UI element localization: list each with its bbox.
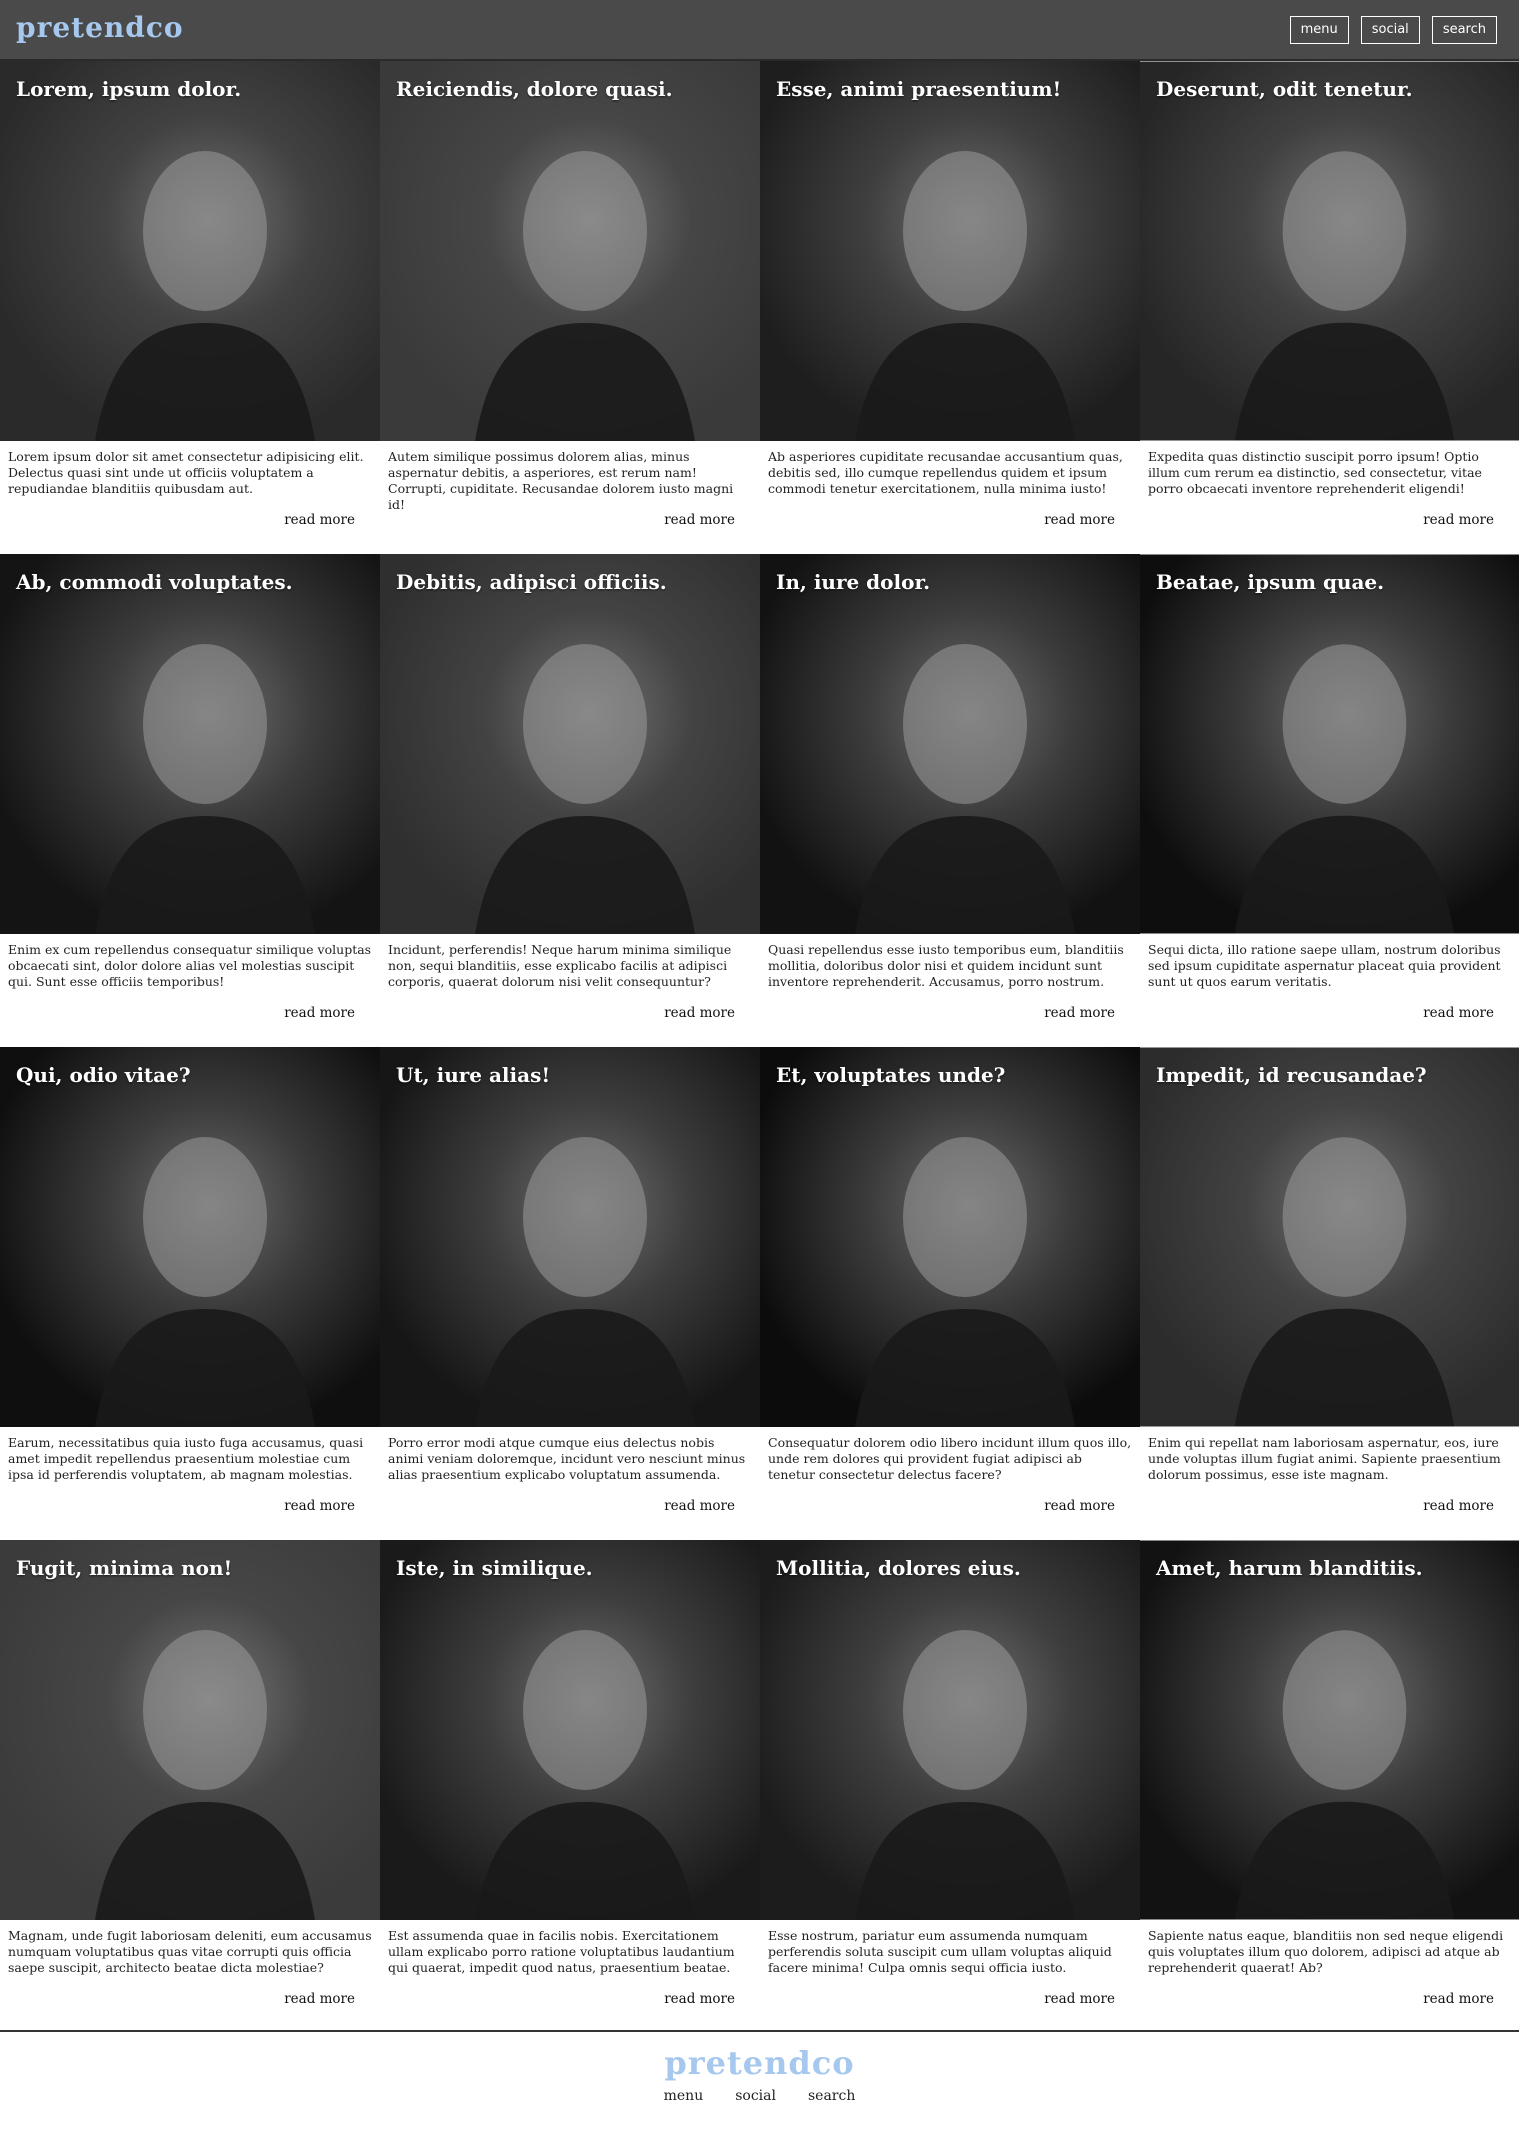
read-more-link[interactable]: read more [284,1498,355,1514]
portrait-card[interactable]: Mollitia, dolores eius. Esse nostrum, par… [760,1540,1140,2034]
read-more-link[interactable]: read more [664,1991,735,2007]
card-description: Incidunt, perferendis! Neque harum minim… [388,942,732,989]
card-title: Mollitia, dolores eius. [776,1556,1021,1580]
portrait-card[interactable]: Ut, iure alias! Porro error modi atque cu… [380,1047,760,1541]
search-button[interactable]: search [1431,16,1497,44]
portrait-photo [760,1540,1140,1920]
footer-link-menu[interactable]: menu [664,2088,704,2104]
card-title: Ut, iure alias! [396,1063,551,1087]
card-title: Debitis, adipisci officiis. [396,570,667,594]
portrait-card[interactable]: Lorem, ipsum dolor. Lorem ipsum dolor sit… [0,61,380,555]
card-description: Lorem ipsum dolor sit amet consectetur a… [8,449,364,496]
card-description: Quasi repellendus esse iusto temporibus … [768,942,1124,989]
card-description: Autem similique possimus dolorem alias, … [388,449,734,512]
card-description: Sequi dicta, illo ratione saepe ullam, n… [1148,942,1501,989]
card-description: Magnam, unde fugit laboriosam deleniti, … [8,1928,372,1975]
card-description: Sapiente natus eaque, blanditiis non sed… [1148,1928,1504,1975]
footer-logo[interactable]: pretendco [0,2044,1519,2082]
portrait-photo [0,1540,380,1920]
portrait-card[interactable]: Deserunt, odit tenetur. Expedita quas dis… [1140,61,1519,555]
portrait-card[interactable]: Amet, harum blanditiis. Sapiente natus ea… [1140,1540,1519,2034]
card-description: Ab asperiores cupiditate recusandae accu… [768,449,1123,496]
site-header: pretendco menu social search [0,0,1519,61]
portrait-photo [1140,1540,1519,1920]
portrait-card[interactable]: Et, voluptates unde? Consequatur dolorem … [760,1047,1140,1541]
portrait-photo [1140,61,1519,441]
card-row: Fugit, minima non! Magnam, unde fugit lab… [0,1540,1519,2034]
card-row: Qui, odio vitae? Earum, necessitatibus qu… [0,1047,1519,1541]
card-title: Esse, animi praesentium! [776,77,1062,101]
read-more-link[interactable]: read more [1423,512,1494,528]
portrait-photo [760,61,1140,441]
footer-nav: menu social search [0,2088,1519,2104]
card-description: Expedita quas distinctio suscipit porro … [1148,449,1482,496]
portrait-card[interactable]: Reiciendis, dolore quasi. Autem similique… [380,61,760,555]
card-description: Enim ex cum repellendus consequatur simi… [8,942,372,989]
read-more-link[interactable]: read more [1423,1498,1494,1514]
portrait-photo [380,1540,760,1920]
read-more-link[interactable]: read more [1044,1498,1115,1514]
portrait-photo [0,554,380,934]
card-description: Enim qui repellat nam laboriosam asperna… [1148,1435,1501,1482]
read-more-link[interactable]: read more [664,1005,735,1021]
portrait-photo [1140,1047,1519,1427]
portrait-card[interactable]: Debitis, adipisci officiis. Incidunt, per… [380,554,760,1048]
portrait-photo [380,554,760,934]
card-description: Earum, necessitatibus quia iusto fuga ac… [8,1435,364,1482]
site-footer: pretendco menu social search [0,2030,1519,2152]
portrait-photo [380,61,760,441]
portrait-card[interactable]: Esse, animi praesentium! Ab asperiores cu… [760,61,1140,555]
card-title: Ab, commodi voluptates. [16,570,293,594]
card-description: Porro error modi atque cumque eius delec… [388,1435,746,1482]
brand-logo[interactable]: pretendco [16,11,184,44]
menu-button[interactable]: menu [1289,16,1349,44]
read-more-link[interactable]: read more [284,512,355,528]
card-title: Qui, odio vitae? [16,1063,191,1087]
card-title: Impedit, id recusandae? [1156,1063,1427,1087]
portrait-card[interactable]: In, iure dolor. Quasi repellendus esse iu… [760,554,1140,1048]
card-title: Iste, in similique. [396,1556,593,1580]
read-more-link[interactable]: read more [664,1498,735,1514]
card-description: Est assumenda quae in facilis nobis. Exe… [388,1928,735,1975]
card-title: Deserunt, odit tenetur. [1156,77,1413,101]
card-description: Esse nostrum, pariatur eum assumenda num… [768,1928,1112,1975]
read-more-link[interactable]: read more [284,1991,355,2007]
card-title: Lorem, ipsum dolor. [16,77,242,101]
read-more-link[interactable]: read more [1044,1005,1115,1021]
card-title: Fugit, minima non! [16,1556,233,1580]
card-title: Et, voluptates unde? [776,1063,1006,1087]
header-nav: menu social search [1289,16,1497,44]
portrait-photo [760,1047,1140,1427]
card-title: Amet, harum blanditiis. [1156,1556,1423,1580]
card-row: Ab, commodi voluptates. Enim ex cum repel… [0,554,1519,1048]
footer-link-search[interactable]: search [808,2088,855,2104]
portrait-card[interactable]: Impedit, id recusandae? Enim qui repellat… [1140,1047,1519,1541]
card-row: Lorem, ipsum dolor. Lorem ipsum dolor sit… [0,61,1519,555]
portrait-card[interactable]: Qui, odio vitae? Earum, necessitatibus qu… [0,1047,380,1541]
portrait-photo [1140,554,1519,934]
portrait-card[interactable]: Fugit, minima non! Magnam, unde fugit lab… [0,1540,380,2034]
portrait-photo [0,61,380,441]
read-more-link[interactable]: read more [1423,1991,1494,2007]
card-title: In, iure dolor. [776,570,931,594]
card-title: Reiciendis, dolore quasi. [396,77,673,101]
portrait-photo [760,554,1140,934]
read-more-link[interactable]: read more [1044,512,1115,528]
card-description: Consequatur dolorem odio libero incidunt… [768,1435,1132,1482]
portrait-photo [0,1047,380,1427]
social-button[interactable]: social [1360,16,1420,44]
portrait-card[interactable]: Iste, in similique. Est assumenda quae in… [380,1540,760,2034]
portrait-photo [380,1047,760,1427]
footer-link-social[interactable]: social [735,2088,776,2104]
portrait-card[interactable]: Ab, commodi voluptates. Enim ex cum repel… [0,554,380,1048]
portrait-card[interactable]: Beatae, ipsum quae. Sequi dicta, illo rat… [1140,554,1519,1048]
read-more-link[interactable]: read more [1423,1005,1494,1021]
card-title: Beatae, ipsum quae. [1156,570,1385,594]
read-more-link[interactable]: read more [664,512,735,528]
read-more-link[interactable]: read more [1044,1991,1115,2007]
read-more-link[interactable]: read more [284,1005,355,1021]
